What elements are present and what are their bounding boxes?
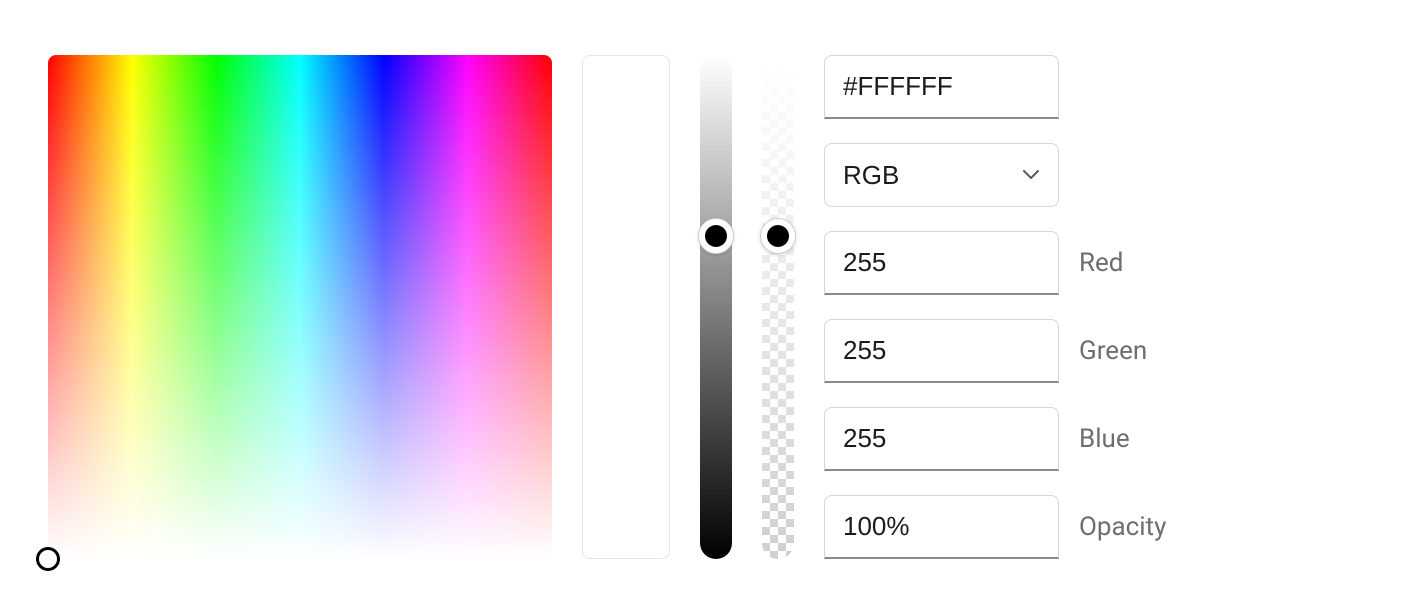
alpha-slider-handle[interactable] (760, 218, 796, 254)
color-swatch-preview (582, 55, 670, 559)
lightness-slider-handle[interactable] (698, 218, 734, 254)
blue-input[interactable] (824, 407, 1059, 471)
red-label: Red (1079, 248, 1123, 278)
color-area[interactable] (48, 55, 552, 559)
color-mode-select[interactable]: RGB (824, 143, 1059, 207)
opacity-label: Opacity (1079, 512, 1166, 542)
lightness-slider[interactable] (700, 55, 732, 559)
red-input[interactable] (824, 231, 1059, 295)
color-area-handle[interactable] (36, 547, 60, 571)
color-fields: RGB Red Green Blue Opacit (824, 55, 1166, 559)
hex-input[interactable] (824, 55, 1059, 119)
chevron-down-icon (1022, 166, 1040, 184)
color-picker: RGB Red Green Blue Opacit (48, 55, 1376, 559)
blue-label: Blue (1079, 424, 1130, 454)
alpha-slider[interactable] (762, 55, 794, 559)
green-input[interactable] (824, 319, 1059, 383)
color-mode-selected-label: RGB (843, 160, 899, 191)
green-label: Green (1079, 336, 1147, 366)
opacity-input[interactable] (824, 495, 1059, 559)
